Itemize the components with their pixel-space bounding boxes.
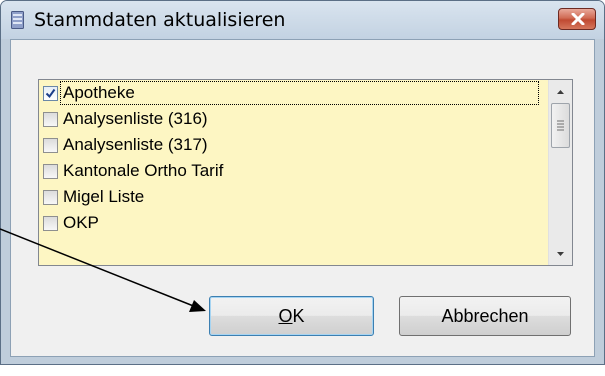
- annotation-arrow: [0, 228, 206, 312]
